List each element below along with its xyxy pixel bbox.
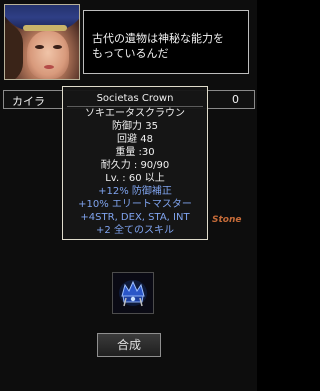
compose-button[interactable]: 合成 xyxy=(97,333,161,357)
item-name-en: Societas Crown xyxy=(96,93,174,104)
crown-icon[interactable] xyxy=(116,276,150,310)
item-bonus-elite-master: +10% エリートマスター xyxy=(78,199,192,210)
mouth-graphic xyxy=(44,65,54,69)
item-bonus-defense: +12% 防御補正 xyxy=(98,186,172,197)
stone-label: Stone xyxy=(212,215,242,225)
dialog-line-1: 古代の遺物は神秘な能力を xyxy=(92,32,224,45)
item-bonus-skills: +2 全てのスキル xyxy=(96,225,174,236)
dialog-line-2: もっているんだ xyxy=(92,47,169,60)
character-value: 0 xyxy=(232,93,239,106)
character-name: カイラ xyxy=(12,95,45,108)
item-evasion: 回避 48 xyxy=(117,134,153,145)
item-weight: 重量 :30 xyxy=(115,147,155,158)
face-graphic xyxy=(27,31,69,79)
item-tooltip: Societas Crown ソキエータスクラウン 防御力 35 回避 48 重… xyxy=(62,86,208,240)
item-name-jp: ソキエータスクラウン xyxy=(85,108,185,119)
item-level: Lv. : 60 以上 xyxy=(105,173,165,184)
item-slot[interactable] xyxy=(112,272,154,314)
hair-graphic xyxy=(5,23,23,79)
eye-graphic xyxy=(53,45,62,49)
npc-dialog-box: 古代の遺物は神秘な能力を もっているんだ xyxy=(83,10,249,74)
item-defense: 防御力 35 xyxy=(112,121,158,132)
item-bonus-stats: +4STR, DEX, STA, INT xyxy=(80,212,190,223)
tooltip-divider xyxy=(67,106,203,107)
synthesis-window: 古代の遺物は神秘な能力を もっているんだ カイラ 0 Stone Societa… xyxy=(0,0,257,391)
item-durability: 耐久力 : 90/90 xyxy=(100,160,170,171)
eye-graphic xyxy=(35,45,44,49)
npc-portrait xyxy=(4,4,80,80)
